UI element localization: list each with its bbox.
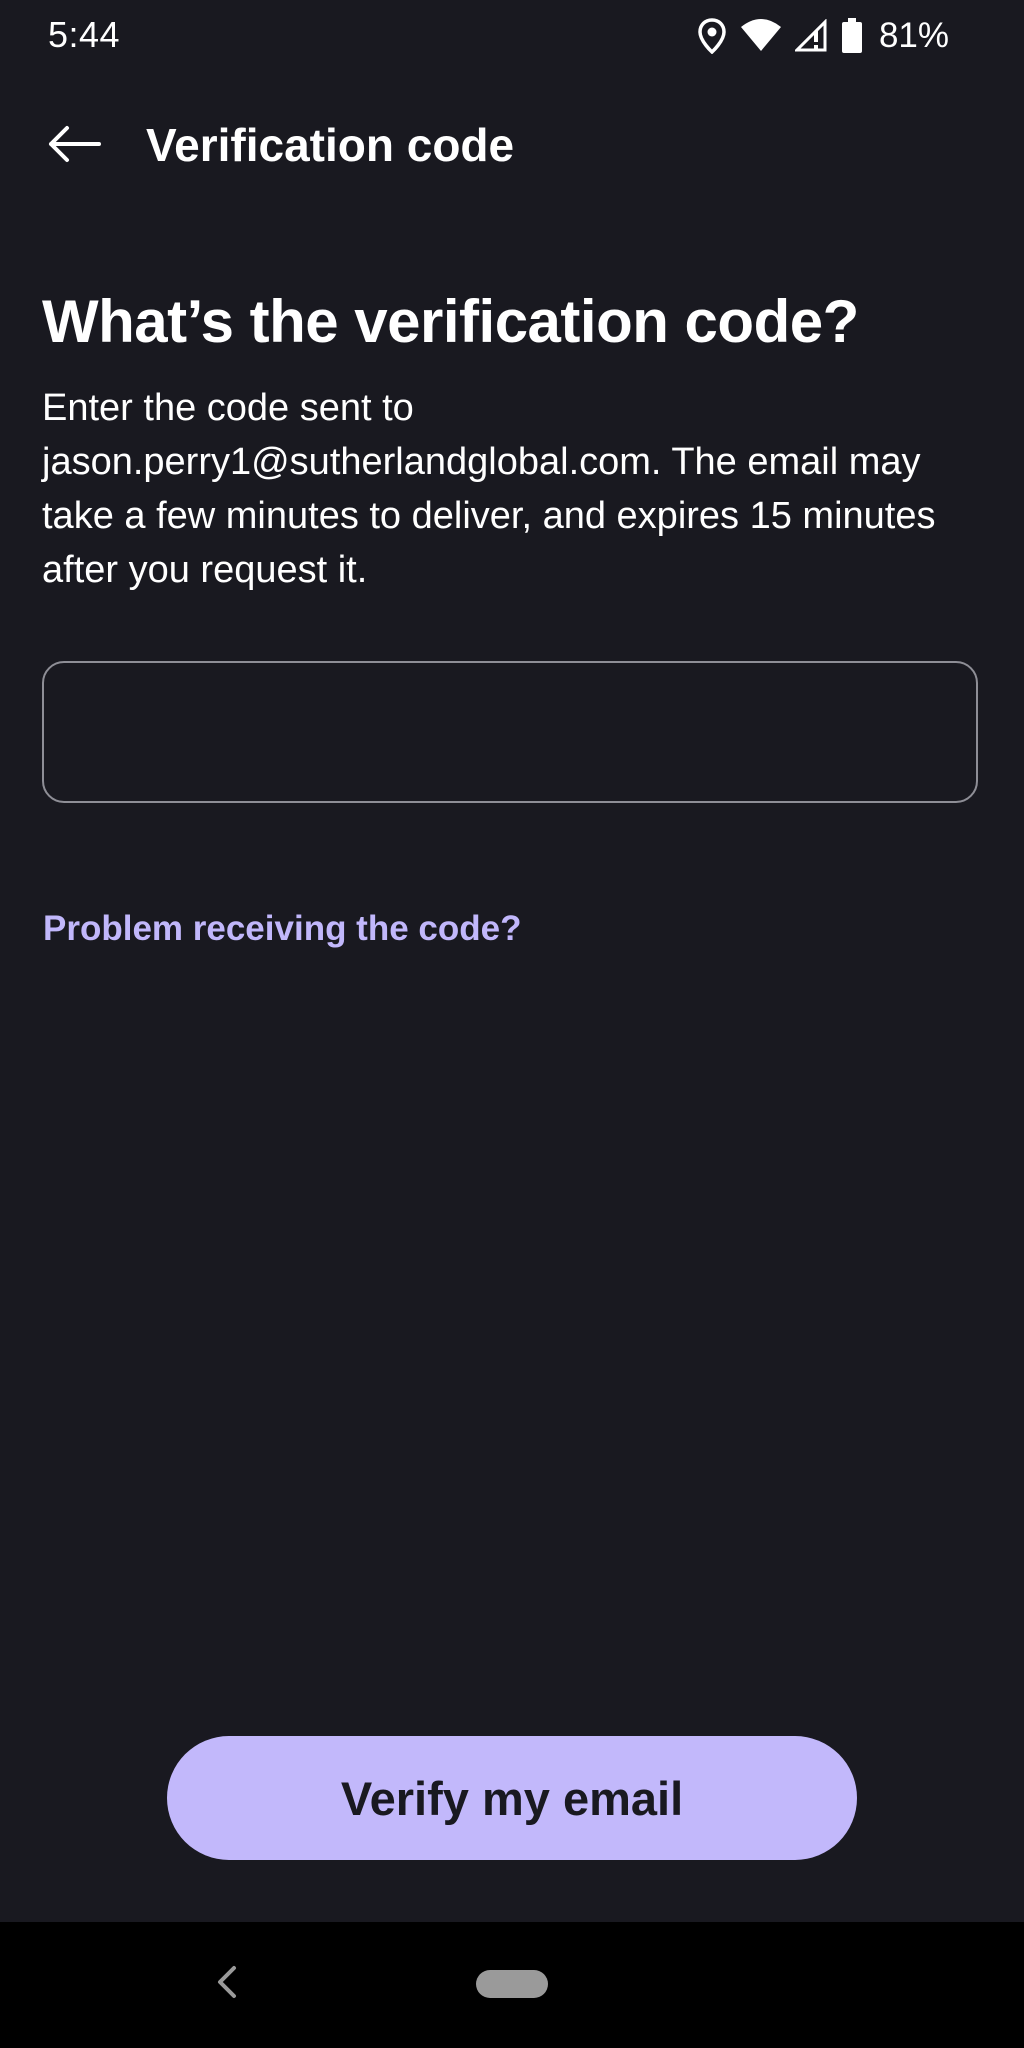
status-bar: 5:44 81% <box>0 0 1024 72</box>
app-bar: Verification code <box>0 96 1024 196</box>
arrow-left-icon <box>47 124 101 169</box>
location-icon <box>697 18 727 54</box>
system-nav-bar <box>0 1922 1024 2048</box>
wifi-icon <box>739 19 783 53</box>
home-pill-icon[interactable] <box>476 1970 548 1998</box>
battery-percent: 81% <box>878 16 949 55</box>
verification-code-input[interactable] <box>42 661 978 803</box>
chevron-left-icon <box>215 1964 239 2005</box>
back-button[interactable] <box>34 116 114 176</box>
description: Enter the code sent to jason.perry1@suth… <box>42 387 936 591</box>
problem-receiving-code-link[interactable]: Problem receiving the code? <box>43 909 521 949</box>
heading: What’s the verification code? <box>42 288 859 355</box>
battery-icon <box>841 18 863 54</box>
cellular-signal-icon <box>794 19 829 53</box>
nav-back-button[interactable] <box>205 1956 249 2012</box>
status-time: 5:44 <box>48 14 121 55</box>
status-icons: 81% <box>697 16 949 56</box>
verification-screen: 5:44 81% Verification code What’s the ve… <box>0 0 1024 2048</box>
page-title: Verification code <box>146 119 515 171</box>
verify-email-button[interactable]: Verify my email <box>167 1736 857 1860</box>
